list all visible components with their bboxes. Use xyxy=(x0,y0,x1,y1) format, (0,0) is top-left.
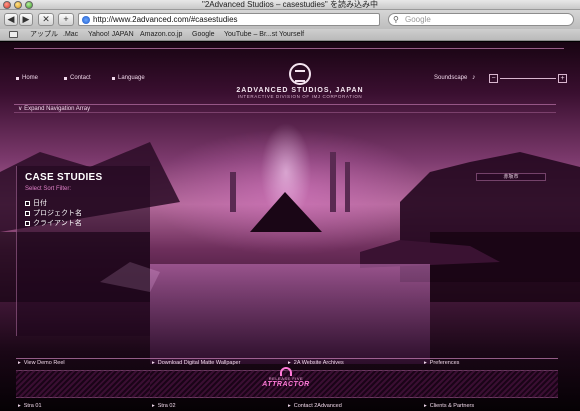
filter-project[interactable]: プロジェクト名 xyxy=(25,208,82,218)
filter-label: クライアント名 xyxy=(33,220,82,227)
website-archives-link[interactable]: ▸ 2A Website Archives xyxy=(288,360,344,366)
link-label: Contact 2Advanced xyxy=(293,403,342,409)
location-tag: 赤坂市 xyxy=(476,173,546,181)
bookmark-item[interactable]: アップル xyxy=(30,29,58,41)
search-icon: ⚲ xyxy=(393,15,399,24)
browser-toolbar: ◀ ▶ ✕ + http://www.2advanced.com/#casest… xyxy=(0,10,580,29)
contact-2advanced-link[interactable]: ▸ Contact 2Advanced xyxy=(288,403,342,409)
nav-label: Home xyxy=(22,75,39,81)
filter-label: 日付 xyxy=(33,200,47,207)
logo-title: 2ADVANCED STUDIOS, JAPAN xyxy=(236,87,364,94)
nav-label: Contact xyxy=(70,75,91,81)
stripe-band xyxy=(16,370,150,398)
bookmark-item[interactable]: YouTube – Br...st Yourself xyxy=(224,29,304,41)
window-title: "2Advanced Studios – casestudies" を読み込み中 xyxy=(202,0,378,9)
link-label: Stra 02 xyxy=(157,403,176,409)
browser-window: "2Advanced Studios – casestudies" を読み込み中… xyxy=(0,0,580,411)
speaker-icon[interactable]: ♪ xyxy=(472,74,480,82)
download-wallpaper-link[interactable]: ▸ Download Digital Matte Wallpaper xyxy=(152,360,240,366)
link-label: 2A Website Archives xyxy=(293,360,344,366)
stop-button[interactable]: ✕ xyxy=(38,13,54,26)
address-text: http://www.2advanced.com/#casestudies xyxy=(93,15,238,24)
nav-label: Language xyxy=(118,75,145,81)
attractor-logo-icon xyxy=(280,367,292,376)
clients-partners-link[interactable]: ▸ Clients & Partners xyxy=(424,403,474,409)
arrow-icon: ▸ xyxy=(288,360,291,366)
stripe-band xyxy=(422,370,558,398)
sort-filter-label: Select Sort Filter: xyxy=(25,186,72,192)
stra-02-link[interactable]: ▸ Stra 02 xyxy=(152,403,176,409)
bookmarks-bar: アップル .Mac Yahoo! JAPAN Amazon.co.jp Goog… xyxy=(0,29,580,41)
link-label: Preferences xyxy=(429,360,460,366)
filter-label: プロジェクト名 xyxy=(33,210,82,217)
page-content: Home Contact Language 2ADVANCED STUDIOS,… xyxy=(0,42,580,411)
logo-icon xyxy=(289,63,311,85)
stra-01-link[interactable]: ▸ Stra 01 xyxy=(18,403,42,409)
address-bar[interactable]: http://www.2advanced.com/#casestudies xyxy=(78,13,380,26)
bookmark-item[interactable]: Amazon.co.jp xyxy=(140,29,182,41)
nav-home[interactable]: Home xyxy=(16,75,38,81)
nav-contact[interactable]: Contact xyxy=(64,75,91,81)
link-label: Clients & Partners xyxy=(429,403,475,409)
bullet-icon xyxy=(64,76,67,80)
back-button[interactable]: ◀ xyxy=(4,13,18,26)
volume-slider[interactable] xyxy=(500,78,556,79)
arrow-icon: ▸ xyxy=(152,360,155,366)
bottom-cell: ▸ Preferences ▸ Clients & Partners xyxy=(422,358,558,411)
bullet-icon xyxy=(112,76,115,80)
view-demo-reel-link[interactable]: ▸ View Demo Reel xyxy=(18,360,65,366)
nav-language[interactable]: Language xyxy=(112,75,145,81)
bookmark-item[interactable]: Yahoo! JAPAN xyxy=(88,29,134,41)
arrow-icon: ▸ xyxy=(288,403,291,409)
bookmark-item[interactable]: .Mac xyxy=(63,29,78,41)
search-input[interactable]: ⚲ Google xyxy=(388,13,574,26)
add-bookmark-button[interactable]: + xyxy=(58,13,74,26)
attractor-promo[interactable]: RELEASE FIVE ATTRACTOR xyxy=(226,367,346,388)
arrow-icon: ▸ xyxy=(424,403,427,409)
checkbox-icon xyxy=(25,220,30,226)
bookmarks-book-icon[interactable] xyxy=(9,31,18,38)
checkbox-icon xyxy=(25,210,30,216)
site-header: Home Contact Language 2ADVANCED STUDIOS,… xyxy=(14,48,567,108)
arrow-icon: ▸ xyxy=(18,360,21,366)
lake xyxy=(150,264,430,364)
link-label: Stra 01 xyxy=(23,403,42,409)
preferences-link[interactable]: ▸ Preferences xyxy=(424,360,459,366)
expand-navigation-bar[interactable]: ∨ Expand Navigation Array xyxy=(14,104,556,113)
logo-subtitle: INTERACTIVE DIVISION OF IMJ CORPORATION xyxy=(237,94,363,99)
filter-client[interactable]: クライアント名 xyxy=(25,218,82,228)
volume-up-button[interactable]: + xyxy=(558,74,567,83)
site-logo[interactable]: 2ADVANCED STUDIOS, JAPAN INTERACTIVE DIV… xyxy=(234,63,366,99)
search-placeholder: Google xyxy=(405,15,431,24)
expand-label: Expand Navigation Array xyxy=(24,106,91,112)
filter-date[interactable]: 日付 xyxy=(25,198,47,208)
bookmark-item[interactable]: Google xyxy=(192,29,215,41)
bullet-icon xyxy=(16,76,19,80)
arrow-icon: ▸ xyxy=(18,403,21,409)
link-label: View Demo Reel xyxy=(23,360,65,366)
title-bar: "2Advanced Studios – casestudies" を読み込み中 xyxy=(0,0,580,10)
case-studies-panel: CASE STUDIES Select Sort Filter: 日付 プロジェ… xyxy=(16,166,150,336)
globe-icon xyxy=(82,16,90,24)
checkbox-icon xyxy=(25,200,30,206)
arrow-icon: ▸ xyxy=(424,360,427,366)
panel-title: CASE STUDIES xyxy=(25,172,103,183)
arrow-icon: ▸ xyxy=(152,403,155,409)
volume-down-button[interactable]: − xyxy=(489,74,498,83)
promo-title: ATTRACTOR xyxy=(262,381,310,388)
chevron-down-icon: ∨ xyxy=(18,106,23,112)
bottom-panel: ▸ View Demo Reel ▸ Stra 01 ▸ Download Digit… xyxy=(16,358,558,411)
bottom-cell: ▸ View Demo Reel ▸ Stra 01 xyxy=(16,358,150,411)
link-label: Download Digital Matte Wallpaper xyxy=(157,360,241,366)
forward-button[interactable]: ▶ xyxy=(19,13,33,26)
soundscape-label: Soundscape xyxy=(434,75,468,81)
